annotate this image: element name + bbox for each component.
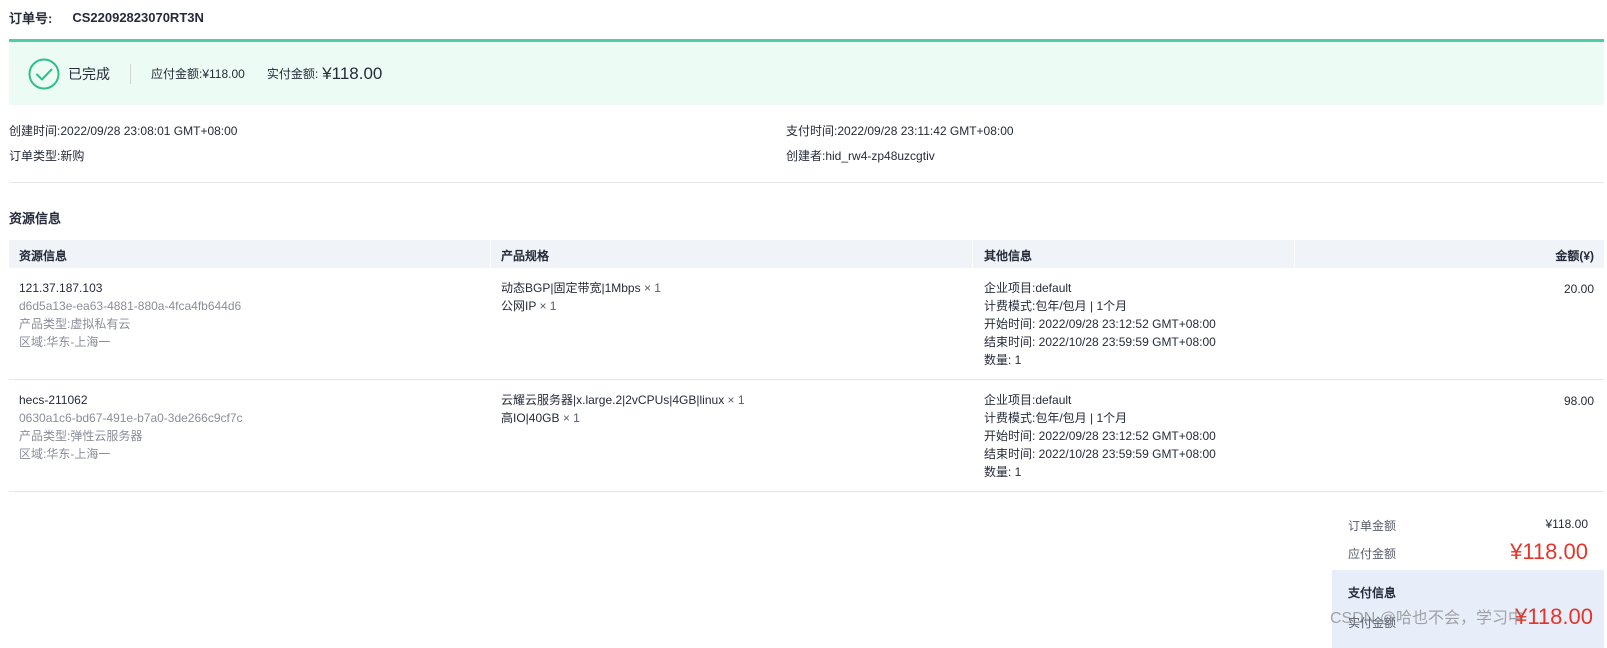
resource-name: hecs-211062: [19, 393, 88, 407]
spec-quantity: × 1: [562, 411, 580, 425]
due-amount-value: ¥118.00: [202, 67, 245, 81]
start-time: 开始时间: 2022/09/28 23:12:52 GMT+08:00: [984, 317, 1216, 331]
status-divider: [130, 63, 131, 84]
watermark: CSDN @哈也不会，学习中: [1330, 610, 1525, 627]
resource-info: hecs-211062 0630a1c6-bd67-491e-b7a0-3de2…: [19, 391, 243, 463]
paid-amount-value: ¥118.00: [322, 63, 383, 83]
spec-quantity: × 1: [539, 299, 557, 313]
creator-value: hid_rw4-zp48uzcgtiv: [825, 149, 935, 163]
column-separator: [972, 240, 973, 268]
order-type: 订单类型:新购: [9, 147, 84, 164]
column-other: 其他信息: [984, 249, 1033, 263]
order-header: 订单号: CS22092823070RT3N: [9, 7, 204, 27]
column-separator: [1294, 240, 1295, 268]
order-amount-value: ¥118.00: [1545, 517, 1589, 531]
region: 区域:华东-上海一: [19, 447, 111, 461]
created-time-value: 2022/09/28 23:08:01 GMT+08:00: [60, 124, 238, 138]
summary-paid-value: ¥118.00: [1515, 604, 1593, 629]
spec-line: 云耀云服务器|x.large.2|2vCPUs|4GB|linux × 1: [501, 391, 745, 409]
resource-table-header: 资源信息 产品规格 其他信息 金额(¥): [9, 240, 1604, 268]
created-time: 创建时间:2022/09/28 23:08:01 GMT+08:00: [9, 122, 237, 139]
order-number-label: 订单号:: [9, 10, 53, 26]
summary-due-value: ¥118.00: [1510, 539, 1588, 564]
end-time: 结束时间: 2022/10/28 23:59:59 GMT+08:00: [984, 335, 1216, 349]
column-spec: 产品规格: [501, 249, 550, 263]
due-amount-label: 应付金额:: [151, 67, 203, 81]
spec-quantity: × 1: [727, 393, 745, 407]
spec-line: 动态BGP|固定带宽|1Mbps × 1: [501, 279, 661, 297]
region: 区域:华东-上海一: [19, 335, 111, 349]
pay-time-label: 支付时间:: [786, 124, 838, 138]
billing-mode: 计费模式:包年/包月 | 1个月: [984, 411, 1128, 425]
status-text: 已完成: [68, 65, 110, 82]
column-resource: 资源信息: [19, 249, 68, 263]
product-spec: 动态BGP|固定带宽|1Mbps × 1 公网IP × 1: [501, 279, 661, 315]
column-separator: [490, 240, 491, 268]
column-amount: 金额(¥): [1555, 249, 1594, 263]
creator: 创建者:hid_rw4-zp48uzcgtiv: [786, 147, 935, 164]
resource-name: 121.37.187.103: [19, 281, 103, 295]
other-info: 企业项目:default 计费模式:包年/包月 | 1个月 开始时间: 2022…: [984, 391, 1216, 481]
product-type: 产品类型:虚拟私有云: [19, 317, 131, 331]
billing-mode: 计费模式:包年/包月 | 1个月: [984, 299, 1128, 313]
spec-line: 高IO|40GB × 1: [501, 409, 745, 427]
spec-line: 公网IP × 1: [501, 297, 661, 315]
resource-info: 121.37.187.103 d6d5a13e-ea63-4881-880a-4…: [19, 279, 241, 351]
enterprise-project: 企业项目:default: [984, 393, 1072, 407]
start-time: 开始时间: 2022/09/28 23:12:52 GMT+08:00: [984, 429, 1216, 443]
resource-id: 0630a1c6-bd67-491e-b7a0-3de266c9cf7c: [19, 411, 243, 425]
order-status-bar: 已完成 应付金额:¥118.00 实付金额: ¥118.00: [9, 39, 1604, 105]
due-amount-summary: 应付金额:¥118.00: [151, 65, 245, 82]
product-type: 产品类型:弹性云服务器: [19, 429, 143, 443]
pay-time-value: 2022/09/28 23:11:42 GMT+08:00: [837, 124, 1014, 138]
check-circle-icon: [28, 58, 60, 89]
spec-text: 高IO|40GB: [501, 411, 560, 425]
table-row: hecs-211062 0630a1c6-bd67-491e-b7a0-3de2…: [9, 380, 1604, 492]
order-type-value: 新购: [60, 149, 85, 163]
pay-time: 支付时间:2022/09/28 23:11:42 GMT+08:00: [786, 122, 1014, 139]
created-time-label: 创建时间:: [9, 124, 61, 138]
paid-amount-label: 实付金额:: [266, 67, 319, 81]
spec-quantity: × 1: [643, 281, 661, 295]
resource-id: d6d5a13e-ea63-4881-880a-4fca4fb644d6: [19, 299, 242, 313]
other-info: 企业项目:default 计费模式:包年/包月 | 1个月 开始时间: 2022…: [984, 279, 1216, 369]
quantity: 数量: 1: [984, 353, 1022, 367]
creator-label: 创建者:: [786, 149, 826, 163]
divider: [9, 182, 1604, 183]
quantity: 数量: 1: [984, 465, 1022, 479]
order-number: CS22092823070RT3N: [72, 9, 204, 25]
summary-due-label: 应付金额: [1348, 547, 1397, 561]
order-amount-label: 订单金额: [1348, 519, 1397, 533]
end-time: 结束时间: 2022/10/28 23:59:59 GMT+08:00: [984, 447, 1216, 461]
payment-info-title: 支付信息: [1348, 586, 1397, 600]
spec-text: 云耀云服务器|x.large.2|2vCPUs|4GB|linux: [501, 393, 725, 407]
table-row: 121.37.187.103 d6d5a13e-ea63-4881-880a-4…: [9, 268, 1604, 380]
order-type-label: 订单类型:: [9, 149, 61, 163]
resource-section-title: 资源信息: [9, 211, 62, 226]
spec-text: 动态BGP|固定带宽|1Mbps: [501, 281, 641, 295]
enterprise-project: 企业项目:default: [984, 281, 1072, 295]
spec-text: 公网IP: [501, 299, 537, 313]
product-spec: 云耀云服务器|x.large.2|2vCPUs|4GB|linux × 1 高I…: [501, 391, 745, 427]
row-amount: 20.00: [1563, 282, 1594, 296]
row-amount: 98.00: [1563, 394, 1594, 408]
